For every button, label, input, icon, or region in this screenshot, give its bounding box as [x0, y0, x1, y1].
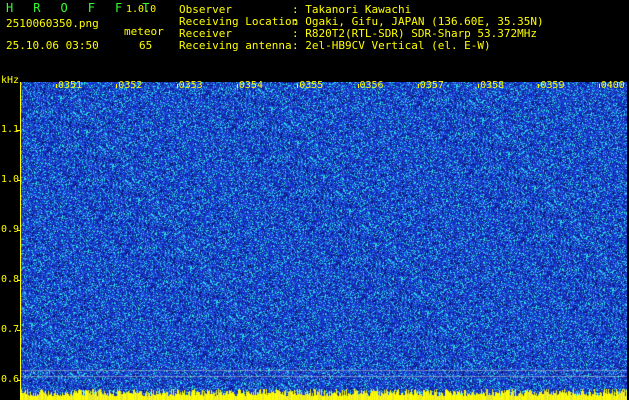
frequency-tick-mark	[17, 230, 21, 231]
time-tick-mark	[478, 84, 480, 88]
time-tick-label: 0351	[58, 80, 83, 91]
frequency-tick-mark	[17, 130, 21, 131]
time-tick-label: 0353	[178, 80, 203, 91]
frequency-tick-mark	[17, 180, 21, 181]
time-tick-label: 0352	[118, 80, 143, 91]
time-tick-label: 0356	[359, 80, 384, 91]
time-tick-label: 0354	[238, 80, 263, 91]
unit-label: kHz	[1, 75, 20, 86]
time-tick-mark	[236, 84, 238, 88]
time-tick-label: 0358	[480, 80, 505, 91]
frequency-tick-mark	[17, 380, 21, 381]
spectrogram-canvas	[20, 82, 627, 400]
datetime: 25.10.06 03:50	[6, 39, 99, 52]
time-tick-mark	[417, 84, 419, 88]
time-tick-label: 0357	[419, 80, 444, 91]
time-tick-label: 0355	[299, 80, 324, 91]
meteor-label: meteor	[124, 25, 164, 38]
time-tick-mark	[357, 84, 359, 88]
filename: 2510060350.png	[6, 17, 99, 30]
meteor-count: 65	[139, 39, 153, 52]
antenna-value: : 2el-HB9CV Vertical (el. E-W)	[292, 39, 491, 52]
frequency-tick-mark	[17, 280, 21, 281]
time-tick-mark	[538, 84, 540, 88]
frequency-tick-mark	[17, 330, 21, 331]
time-tick-label: 0400	[600, 80, 625, 91]
time-tick-mark	[116, 84, 118, 88]
spectrogram-panel: kHz 0351 0352 0353 0354 0355 0356 0357 0358 0359…	[0, 75, 629, 400]
time-tick-mark	[297, 84, 299, 88]
antenna-label: Receiving antenna	[179, 39, 292, 52]
time-tick-mark	[176, 84, 178, 88]
header-panel: H R O F F T 1.0.0 2510060350.png 25.10.0…	[0, 0, 629, 78]
time-tick-mark	[56, 84, 57, 88]
time-tick-mark	[598, 84, 600, 88]
app-version: 1.0.0	[126, 4, 157, 15]
time-tick-label: 0359	[540, 80, 565, 91]
